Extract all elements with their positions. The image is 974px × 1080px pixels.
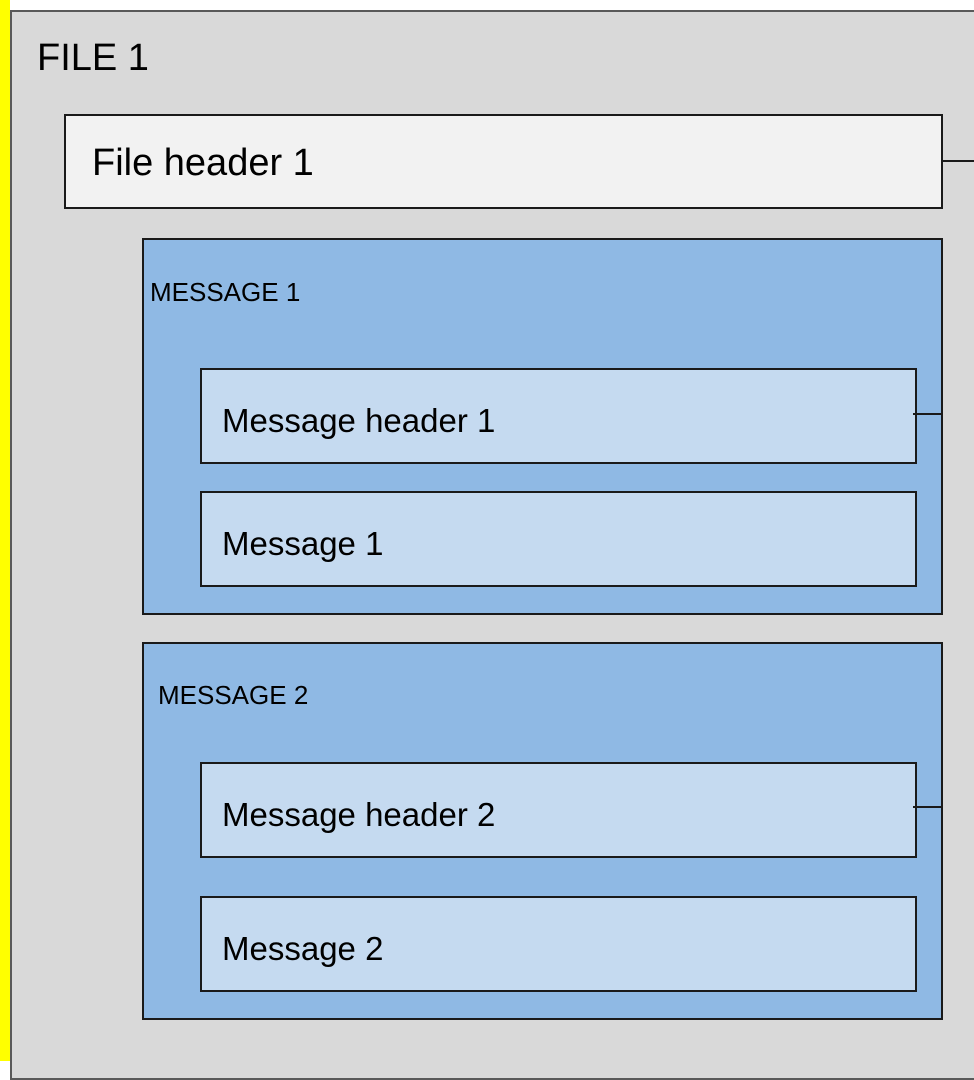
message-header-box-1: Message header 1 [200, 368, 917, 464]
message-header-label-1: Message header 1 [222, 402, 496, 439]
file-header-label: File header 1 [92, 142, 314, 184]
file-header-connector [943, 160, 974, 162]
message-header-box-2: Message header 2 [200, 762, 917, 858]
message-title-2: MESSAGE 2 [158, 680, 309, 710]
message-title-1: MESSAGE 1 [150, 277, 301, 307]
file-title: FILE 1 [37, 37, 149, 79]
message-container-2: MESSAGE 2 Message header 2 Message 2 [142, 642, 943, 1020]
message-header-connector-1 [913, 413, 943, 415]
message-header-connector-2 [913, 806, 943, 808]
message-header-label-2: Message header 2 [222, 796, 496, 833]
message-body-label-1: Message 1 [222, 525, 384, 562]
left-accent-bar [0, 0, 10, 1061]
message-body-box-2: Message 2 [200, 896, 917, 992]
message-body-label-2: Message 2 [222, 930, 384, 967]
file-header-box: File header 1 [64, 114, 943, 209]
message-body-box-1: Message 1 [200, 491, 917, 587]
message-container-1: MESSAGE 1 Message header 1 Message 1 [142, 238, 943, 615]
